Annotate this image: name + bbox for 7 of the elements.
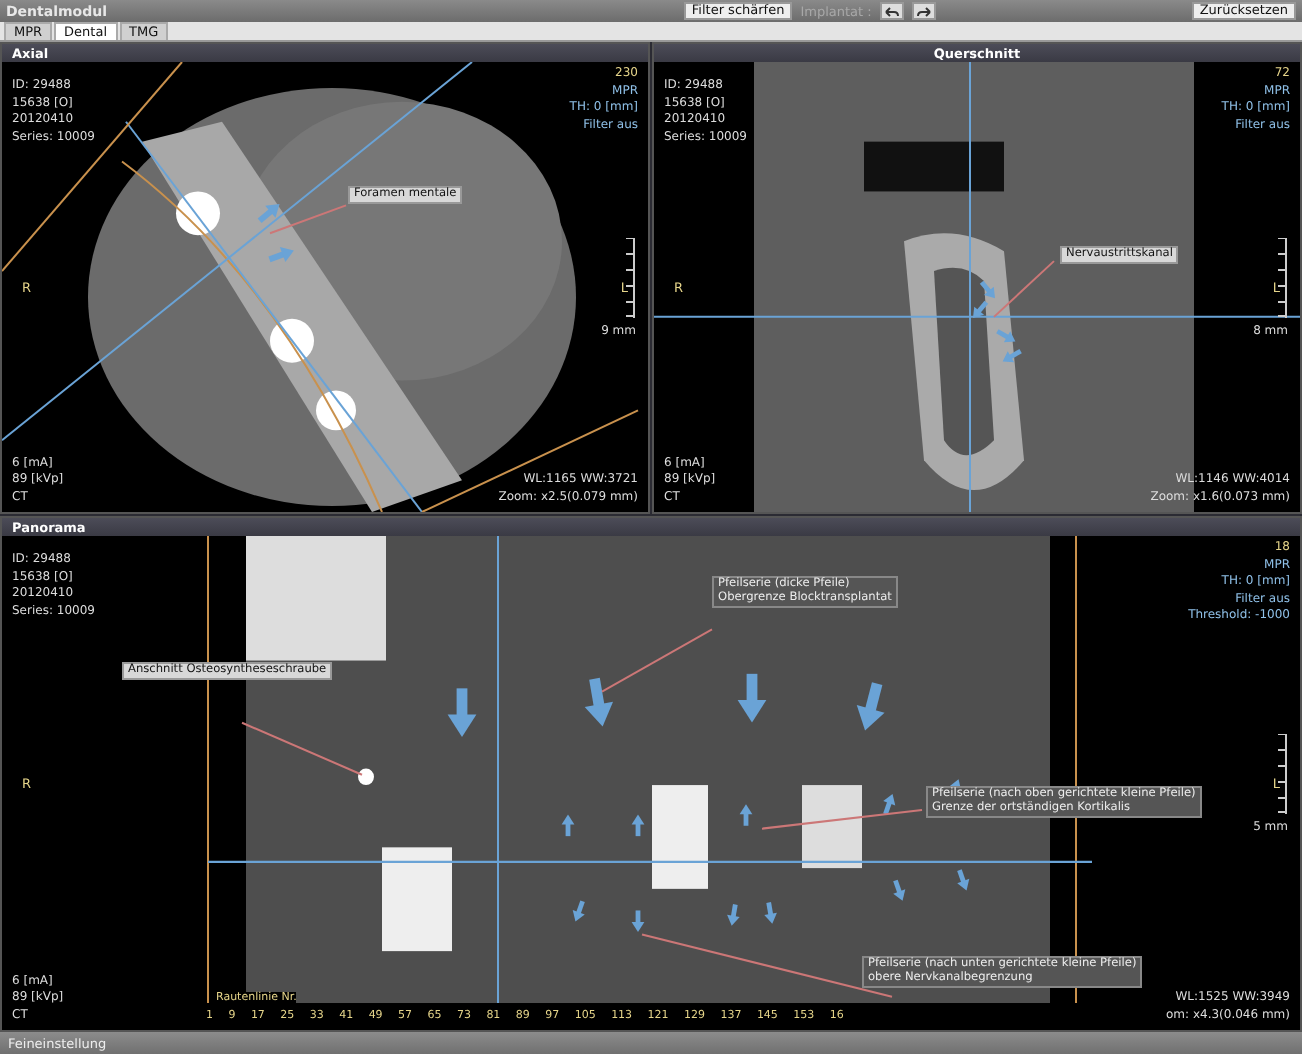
redo-icon [915,5,932,17]
scale-bar-icon [626,237,636,317]
undo-button[interactable] [879,2,904,20]
scale-bar-icon [1278,237,1288,317]
undo-icon [883,5,900,17]
redo-button[interactable] [911,2,936,20]
scale-bar-icon [1278,733,1288,813]
